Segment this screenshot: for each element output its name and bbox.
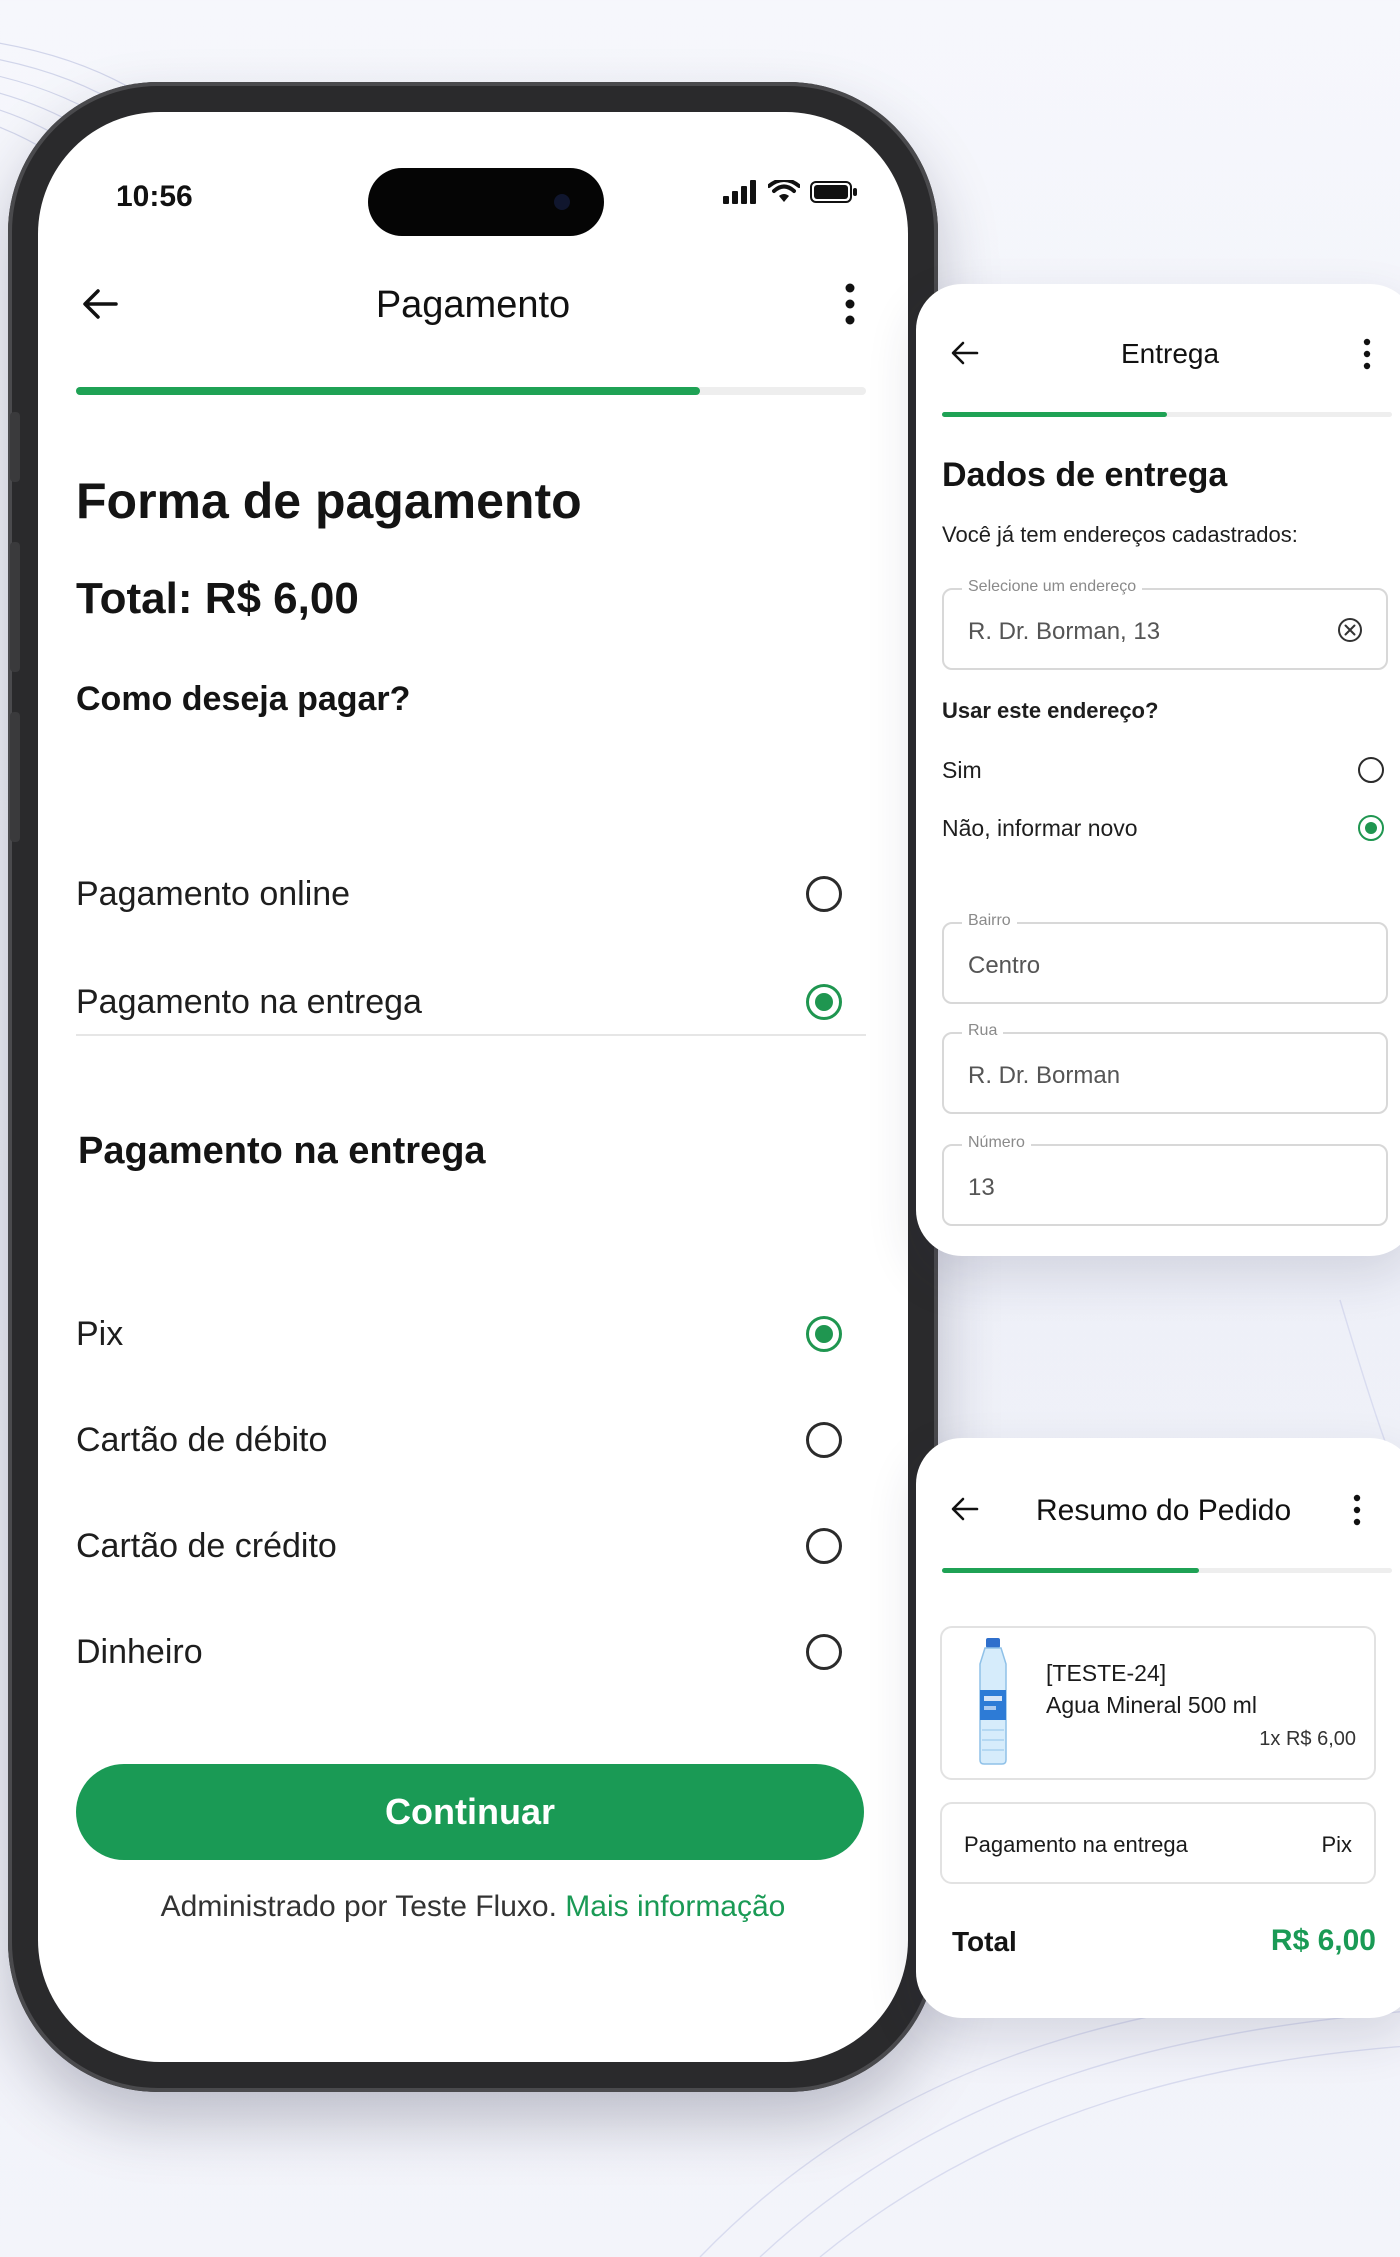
more-vertical-icon[interactable]: [840, 282, 860, 326]
volume-down-button: [10, 712, 20, 842]
status-icons: [722, 180, 858, 204]
product-name: Agua Mineral 500 ml: [1046, 1692, 1257, 1718]
total-label: Total: [952, 1926, 1017, 1957]
option-label: Pagamento na entrega: [76, 982, 422, 1021]
option-sim[interactable]: Sim: [942, 752, 1388, 788]
option-pagamento-na-entrega[interactable]: Pagamento na entrega: [76, 972, 866, 1032]
option-dinheiro[interactable]: Dinheiro: [76, 1622, 866, 1682]
field-value: Centro: [968, 952, 1041, 979]
page-title: Pagamento: [375, 284, 571, 326]
more-vertical-icon[interactable]: [1360, 338, 1374, 370]
more-info-link[interactable]: Mais informação: [565, 1890, 785, 1923]
option-label: Cartão de crédito: [76, 1526, 337, 1565]
radio-button[interactable]: [1358, 815, 1384, 841]
divider: [76, 1034, 866, 1036]
radio-button[interactable]: [806, 1316, 842, 1352]
back-arrow-icon[interactable]: [950, 338, 980, 368]
card-title: Entrega: [1121, 338, 1220, 369]
payment-label: Pagamento na entrega: [964, 1832, 1188, 1857]
field-value: 13: [968, 1174, 995, 1201]
field-value: R. Dr. Borman: [968, 1062, 1121, 1089]
delivery-payment-title: Pagamento na entrega: [78, 1130, 486, 1172]
option-label: Dinheiro: [76, 1632, 203, 1671]
order-item: [TESTE-24] Agua Mineral 500 ml 1x R$ 6,0…: [940, 1626, 1376, 1780]
field-label: Número: [962, 1134, 1031, 1152]
battery-icon: [810, 181, 857, 203]
footer-admin-text: Administrado por Teste Fluxo.: [160, 1890, 557, 1923]
product-qty-price: 1x R$ 6,00: [1259, 1728, 1356, 1750]
water-bottle-image: [979, 1638, 1007, 1765]
order-total: Total: R$ 6,00: [76, 574, 359, 623]
rua-field[interactable]: Rua R. Dr. Borman: [942, 1022, 1388, 1114]
use-address-question: Usar este endereço?: [942, 698, 1159, 723]
phone-frame: 10:56 Pagamento Forma de pagamento Total…: [8, 82, 938, 2092]
volume-up-button: [10, 542, 20, 672]
footer-text: Administrado por Teste Fluxo. Mais infor…: [38, 1890, 908, 1924]
field-label: Rua: [962, 1022, 1004, 1040]
continue-button[interactable]: Continuar: [76, 1764, 864, 1860]
radio-button[interactable]: [1358, 757, 1384, 783]
back-arrow-icon[interactable]: [950, 1494, 980, 1524]
status-time: 10:56: [116, 180, 193, 213]
progress-bar: [76, 387, 866, 395]
radio-button[interactable]: [806, 1422, 842, 1458]
delivery-title: Dados de entrega: [942, 456, 1228, 494]
numero-field[interactable]: Número 13: [942, 1134, 1388, 1226]
radio-button[interactable]: [806, 876, 842, 912]
product-code: [TESTE-24]: [1046, 1660, 1167, 1686]
payment-question: Como deseja pagar?: [76, 680, 411, 718]
option-cartao-debito[interactable]: Cartão de débito: [76, 1410, 866, 1470]
field-label: Selecione um endereço: [962, 578, 1143, 596]
option-label: Cartão de débito: [76, 1420, 328, 1459]
total-value: R$ 6,00: [1270, 1924, 1376, 1957]
option-label: Sim: [942, 756, 982, 783]
option-pagamento-online[interactable]: Pagamento online: [76, 864, 866, 924]
section-title: Forma de pagamento: [76, 473, 582, 529]
field-value: R. Dr. Borman, 13: [968, 618, 1161, 645]
order-summary-card: Resumo do Pedido [TESTE-24] Agua Mineral…: [916, 1438, 1400, 2018]
payment-summary: Pagamento na entrega Pix: [940, 1802, 1376, 1884]
dynamic-island: [368, 168, 604, 236]
addresses-intro: Você já tem endereços cadastrados:: [942, 522, 1298, 547]
progress-bar: [942, 1568, 1392, 1573]
phone-screen: 10:56 Pagamento Forma de pagamento Total…: [38, 112, 908, 2062]
card-title: Resumo do Pedido: [1036, 1494, 1292, 1527]
delivery-card: Entrega Dados de entrega Você já tem end…: [916, 284, 1400, 1256]
silent-switch: [10, 412, 20, 482]
wifi-icon: [768, 180, 800, 202]
radio-button[interactable]: [806, 1634, 842, 1670]
field-label: Bairro: [962, 912, 1017, 930]
option-pix[interactable]: Pix: [76, 1304, 866, 1364]
clear-icon[interactable]: [1336, 616, 1364, 644]
radio-button[interactable]: [806, 984, 842, 1020]
signal-icon: [723, 180, 756, 204]
option-informar-novo[interactable]: Não, informar novo: [942, 810, 1388, 846]
bairro-field[interactable]: Bairro Centro: [942, 912, 1388, 1004]
progress-bar: [942, 412, 1392, 417]
option-label: Pix: [76, 1314, 124, 1353]
address-select[interactable]: Selecione um endereço R. Dr. Borman, 13: [942, 578, 1388, 670]
payment-method: Pix: [1321, 1832, 1352, 1857]
more-vertical-icon[interactable]: [1350, 1494, 1364, 1526]
option-label: Pagamento online: [76, 874, 351, 913]
radio-button[interactable]: [806, 1528, 842, 1564]
option-label: Não, informar novo: [942, 814, 1138, 841]
option-cartao-credito[interactable]: Cartão de crédito: [76, 1516, 866, 1576]
